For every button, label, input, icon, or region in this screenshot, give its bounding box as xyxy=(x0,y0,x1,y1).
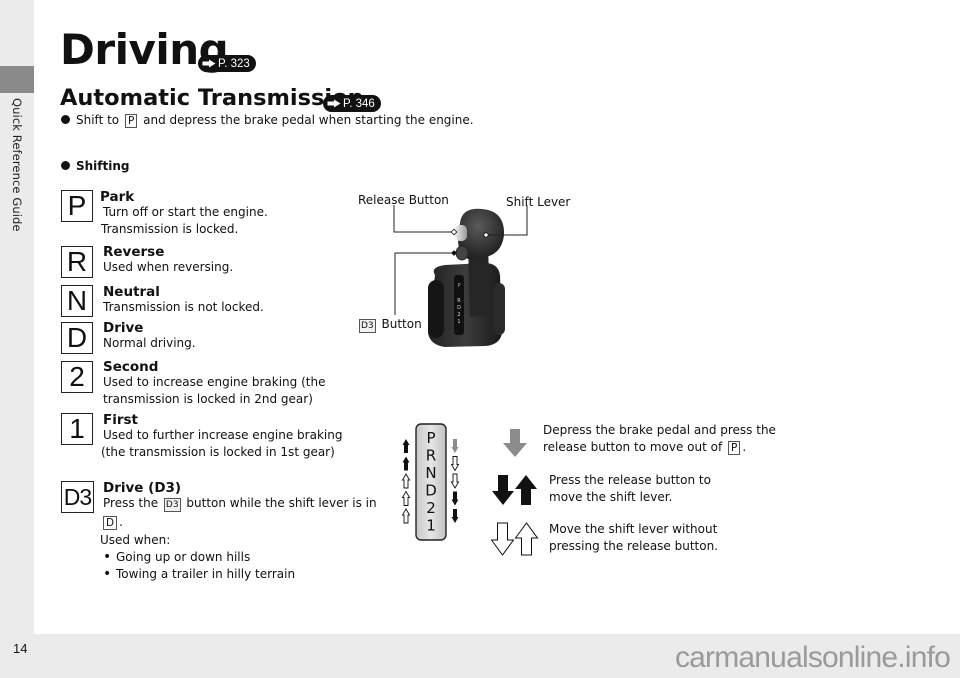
gear-icon-d3: D3 xyxy=(61,481,94,513)
gate-letter-p: P xyxy=(426,429,435,447)
shifting-heading: Shifting xyxy=(61,158,130,174)
legend-grey-arrow-text: Depress the brake pedal and press the re… xyxy=(543,423,776,455)
gear-icon-p: P xyxy=(61,190,93,222)
outline-arrows-icon xyxy=(491,522,539,556)
outline-arrow-up-icon xyxy=(401,490,411,506)
gate-letter-d: D xyxy=(425,482,437,500)
legend-black-arrows-text: Press the release button to move the shi… xyxy=(549,473,711,504)
intro-bullet: Shift to P and depress the brake pedal w… xyxy=(61,112,474,128)
black-arrows-icon xyxy=(492,475,537,505)
section-title: Automatic Transmission xyxy=(60,85,364,111)
gear-icon-1: 1 xyxy=(61,413,93,445)
gate-letter-1: 1 xyxy=(426,517,436,535)
gate-letter-2: 2 xyxy=(426,499,436,517)
gear-icon-r: R xyxy=(61,246,93,278)
black-arrow-up-icon xyxy=(402,439,410,453)
arrow-right-icon xyxy=(327,99,341,108)
svg-text:P: P xyxy=(457,283,460,289)
title-page-ref[interactable]: P. 323 xyxy=(198,53,256,72)
gear-desc: Used to further increase engine braking xyxy=(103,428,343,442)
arrow-right-icon xyxy=(202,59,216,68)
gear-name: Second xyxy=(103,359,159,375)
used-when-label: Used when: xyxy=(100,533,171,547)
list-item: Towing a trailer in hilly terrain xyxy=(100,566,295,584)
release-button xyxy=(455,225,467,241)
key-p: P xyxy=(124,114,138,128)
key-d3: D3 xyxy=(163,498,181,512)
svg-text:2: 2 xyxy=(457,312,460,318)
svg-text:1: 1 xyxy=(457,319,460,325)
gate-letter-r: R xyxy=(426,447,436,465)
gate-letter-n: N xyxy=(425,464,436,482)
shift-lever-illustration: P R D 2 1 xyxy=(393,205,528,347)
gear-desc: Normal driving. xyxy=(103,336,196,350)
outline-arrow-down-icon xyxy=(450,473,460,489)
outline-arrow-up-icon xyxy=(401,508,411,524)
page-number: 14 xyxy=(13,641,28,656)
ref-text: P. 323 xyxy=(218,57,250,70)
gear-icon-d: D xyxy=(61,322,93,354)
gear-desc: Transmission is not locked. xyxy=(103,300,264,314)
section-label: Quick Reference Guide xyxy=(10,98,24,232)
grey-arrow-down-icon xyxy=(503,429,527,457)
svg-text:D: D xyxy=(457,305,461,311)
section-tab xyxy=(0,66,34,93)
list-item: Going up or down hills xyxy=(100,549,295,567)
grey-arrow-down-icon xyxy=(451,439,459,453)
outline-arrow-down-icon xyxy=(450,456,460,472)
gear-desc: (the transmission is locked in 1st gear) xyxy=(101,445,335,459)
side-margin xyxy=(0,0,34,634)
black-arrow-up-icon xyxy=(402,456,410,471)
black-arrow-down-icon xyxy=(451,491,459,506)
gear-icon-n: N xyxy=(61,285,93,317)
gear-name: First xyxy=(103,412,138,428)
legend-outline-arrows-text: Move the shift lever without pressing th… xyxy=(549,522,719,553)
gear-name: Reverse xyxy=(103,244,165,260)
used-when-list: Going up or down hills Towing a trailer … xyxy=(100,549,295,583)
ref-text: P. 346 xyxy=(343,97,375,110)
bullet-icon xyxy=(61,115,70,124)
subtitle-page-ref[interactable]: P. 346 xyxy=(323,93,381,112)
gear-icon-2: 2 xyxy=(61,361,93,393)
gear-desc: Used when reversing. xyxy=(103,260,234,274)
key-p: P xyxy=(728,441,741,455)
gear-name: Neutral xyxy=(103,284,160,300)
black-arrow-down-icon xyxy=(451,509,459,523)
release-button-leader xyxy=(393,205,454,233)
base-side xyxy=(428,280,444,338)
key-d: D xyxy=(103,516,118,530)
gear-desc: transmission is locked in 2nd gear) xyxy=(103,392,313,406)
outline-arrow-up-icon xyxy=(401,473,411,489)
gear-desc: Used to increase engine braking (the xyxy=(103,375,326,389)
shift-gate-diagram: PRND21 xyxy=(401,423,460,541)
gear-desc: D. xyxy=(101,514,123,532)
gear-name: Drive xyxy=(103,320,144,336)
gear-name: Drive (D3) xyxy=(103,480,182,496)
base-side xyxy=(493,283,505,335)
gear-desc: Transmission is locked. xyxy=(101,222,239,236)
watermark: carmanualsonline.info xyxy=(674,641,951,674)
d3-button xyxy=(455,245,469,261)
gear-desc: Turn off or start the engine. xyxy=(103,205,268,219)
gear-name: Park xyxy=(100,189,135,205)
key-d3: D3 xyxy=(359,319,376,333)
bullet-icon xyxy=(61,161,70,170)
svg-text:R: R xyxy=(457,298,461,304)
gear-desc: Press the D3 button while the shift leve… xyxy=(103,496,377,512)
